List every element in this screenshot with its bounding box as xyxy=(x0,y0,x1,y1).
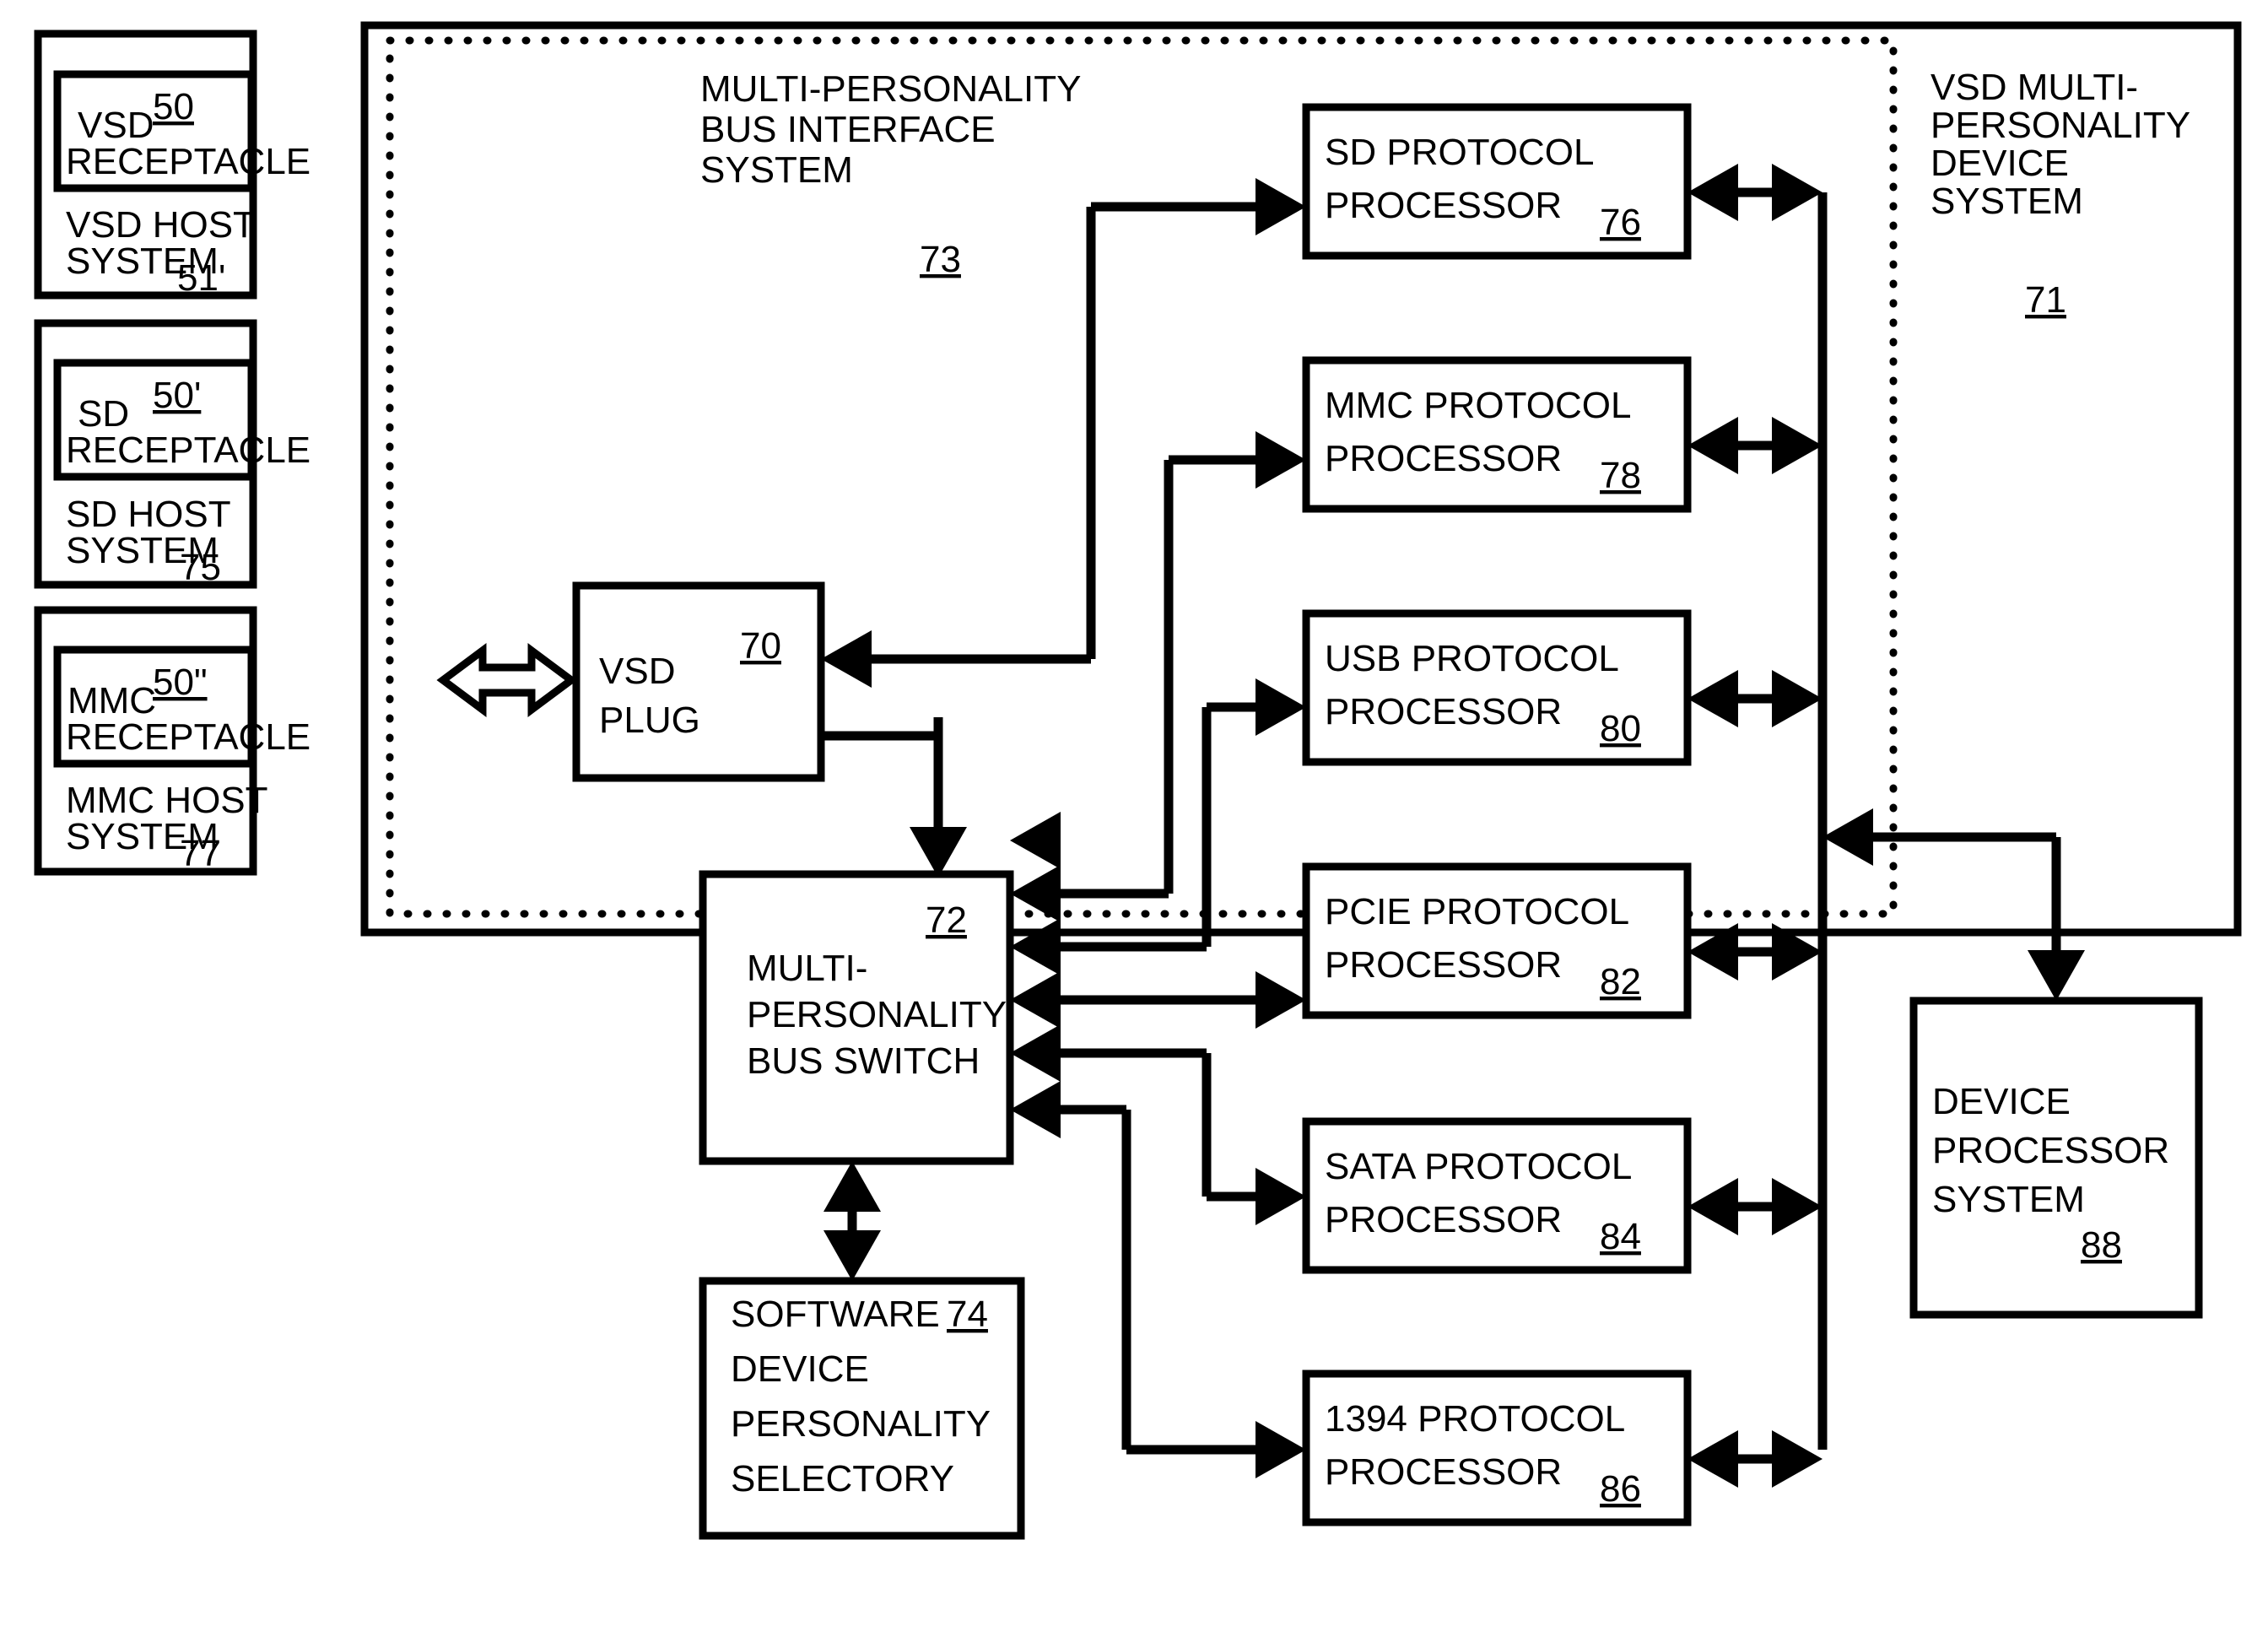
device-processor-system: DEVICE PROCESSOR SYSTEM 88 xyxy=(1909,997,2203,1319)
arrowhead-selectory-up xyxy=(824,1161,881,1212)
sd-host-label-line1: SD HOST xyxy=(66,494,231,535)
arrowhead-bus-switch-in-sata xyxy=(1010,1024,1061,1082)
arrowhead-selectory-down xyxy=(824,1230,881,1281)
usb-protocol-processor-line1: USB PROTOCOL xyxy=(1325,638,1619,679)
host-system-sd: SD RECEPTACLE 50' SD HOST SYSTEM 75 xyxy=(34,319,310,589)
protocol-processor-sd: SD PROTOCOL PROCESSOR 76 xyxy=(1302,103,1692,260)
arrowhead-sata-pp-to-bus xyxy=(1772,1178,1822,1235)
usb-protocol-processor-ref: 80 xyxy=(1600,708,1641,749)
protocol-processor-sata: SATA PROTOCOL PROCESSOR 84 xyxy=(1302,1117,1692,1274)
sata-protocol-processor-ref: 84 xyxy=(1600,1216,1641,1257)
selectory-label-line2: DEVICE xyxy=(731,1348,869,1390)
host-system-vsd: VSD RECEPTACLE 50 VSD HOST SYSTEM 51' xyxy=(34,30,310,300)
device-system-ref: 71 xyxy=(2025,279,2066,321)
usb-protocol-processor-line2: PROCESSOR xyxy=(1325,691,1562,732)
vsd-host-label-line1: VSD HOST xyxy=(66,204,256,246)
p1394-protocol-processor-ref: 86 xyxy=(1600,1468,1641,1510)
mmc-receptacle-label-line2: RECEPTACLE xyxy=(66,716,310,758)
sata-protocol-processor-line2: PROCESSOR xyxy=(1325,1199,1562,1240)
p1394-protocol-processor-line1: 1394 PROTOCOL xyxy=(1325,1398,1625,1440)
vsd-plug-label-line2: PLUG xyxy=(599,700,700,741)
pcie-protocol-processor-ref: 82 xyxy=(1600,961,1641,1002)
protocol-processor-pcie: PCIE PROTOCOL PROCESSOR 82 xyxy=(1302,862,1692,1019)
device-system-title-line2: PERSONALITY xyxy=(1930,105,2190,146)
mmc-protocol-processor-line2: PROCESSOR xyxy=(1325,438,1562,479)
vsd-host-ref: 51' xyxy=(177,257,225,299)
sd-host-ref: 75 xyxy=(180,547,221,588)
arrowhead-bus-switch-in-1394 xyxy=(1010,1081,1061,1138)
arrowhead-into-device-processor-system xyxy=(2028,950,2085,1001)
sd-protocol-processor-line2: PROCESSOR xyxy=(1325,185,1562,226)
patent-figure: VSD RECEPTACLE 50 VSD HOST SYSTEM 51' SD… xyxy=(0,0,2268,1637)
mmc-receptacle-label-line1: MMC xyxy=(68,680,156,721)
sd-receptacle-ref: 50' xyxy=(153,375,201,416)
software-device-personality-selectory: SOFTWARE DEVICE PERSONALITY SELECTORY 74 xyxy=(699,1277,1025,1540)
device-processor-system-line1: DEVICE xyxy=(1932,1081,2071,1122)
bus-interface-title-line1: MULTI-PERSONALITY xyxy=(700,68,1081,110)
selectory-label-line3: PERSONALITY xyxy=(731,1403,991,1445)
bus-switch-label-line1: MULTI- xyxy=(747,948,867,989)
vsd-plug: VSD PLUG 70 xyxy=(572,581,825,782)
protocol-processor-mmc: MMC PROTOCOL PROCESSOR 78 xyxy=(1302,356,1692,513)
sd-receptacle-label-line2: RECEPTACLE xyxy=(66,430,310,471)
device-system-title-line4: SYSTEM xyxy=(1930,181,2083,222)
bus-interface-ref: 73 xyxy=(920,239,961,280)
arrowhead-1394-pp-to-bus xyxy=(1772,1430,1822,1488)
device-processor-system-line2: PROCESSOR xyxy=(1932,1130,2169,1171)
bus-switch-label-line3: BUS SWITCH xyxy=(747,1040,980,1082)
selectory-label-line4: SELECTORY xyxy=(731,1458,954,1499)
mmc-protocol-processor-line1: MMC PROTOCOL xyxy=(1325,385,1631,426)
protocol-processor-usb: USB PROTOCOL PROCESSOR 80 xyxy=(1302,609,1692,766)
bus-switch-label-line2: PERSONALITY xyxy=(747,994,1007,1035)
protocol-processor-1394: 1394 PROTOCOL PROCESSOR 86 xyxy=(1302,1370,1692,1526)
pcie-protocol-processor-line2: PROCESSOR xyxy=(1325,944,1562,986)
device-system-title-line1: VSD MULTI- xyxy=(1930,67,2138,108)
mmc-host-ref: 77 xyxy=(180,833,221,874)
vsd-plug-ref: 70 xyxy=(740,625,781,667)
sd-protocol-processor-ref: 76 xyxy=(1600,202,1641,243)
bus-interface-title-line3: SYSTEM xyxy=(700,149,853,191)
arrowhead-sata-pp-in xyxy=(1256,1168,1306,1225)
vsd-receptacle-label-line1: VSD xyxy=(78,105,154,146)
vsd-receptacle-ref: 50 xyxy=(153,86,194,127)
arrowhead-bus-to-sata-pp xyxy=(1688,1178,1738,1235)
multi-personality-bus-switch: MULTI- PERSONALITY BUS SWITCH 72 xyxy=(699,870,1014,1165)
arrowhead-pcie-pp-in xyxy=(1256,971,1306,1029)
sata-protocol-processor-line1: SATA PROTOCOL xyxy=(1325,1146,1632,1187)
vsd-receptacle-label-line2: RECEPTACLE xyxy=(66,141,310,182)
mmc-protocol-processor-ref: 78 xyxy=(1600,455,1641,496)
arrowhead-bus-switch-in-pcie xyxy=(1010,971,1061,1029)
mmc-host-label-line1: MMC HOST xyxy=(66,780,268,821)
device-system-title-line3: DEVICE xyxy=(1930,143,2069,184)
mmc-receptacle-ref: 50" xyxy=(153,662,208,703)
arrowhead-1394-pp-in xyxy=(1256,1421,1306,1478)
pcie-protocol-processor-line1: PCIE PROTOCOL xyxy=(1325,891,1629,932)
vsd-plug-label-line1: VSD xyxy=(599,651,675,692)
bus-switch-ref: 72 xyxy=(926,900,967,941)
sd-protocol-processor-line1: SD PROTOCOL xyxy=(1325,132,1594,173)
device-processor-system-ref: 88 xyxy=(2081,1224,2122,1266)
sd-receptacle-label-line1: SD xyxy=(78,393,129,435)
diagram-canvas: VSD RECEPTACLE 50 VSD HOST SYSTEM 51' SD… xyxy=(34,21,2242,1540)
arrowhead-bus-to-1394-pp xyxy=(1688,1430,1738,1488)
selectory-ref: 74 xyxy=(947,1294,988,1335)
selectory-label-line1: SOFTWARE xyxy=(731,1294,940,1335)
host-system-mmc: MMC RECEPTACLE 50" MMC HOST SYSTEM 77 xyxy=(34,606,310,876)
device-processor-system-line3: SYSTEM xyxy=(1932,1179,2085,1220)
bus-interface-title-line2: BUS INTERFACE xyxy=(700,109,996,150)
p1394-protocol-processor-line2: PROCESSOR xyxy=(1325,1451,1562,1493)
